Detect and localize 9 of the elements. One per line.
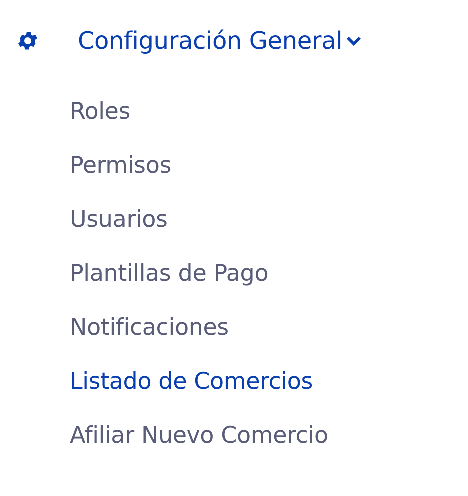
menu-item[interactable]: Notificaciones	[70, 310, 468, 346]
menu-item[interactable]: Afiliar Nuevo Comercio	[70, 418, 468, 454]
settings-icon	[16, 29, 40, 53]
menu-header[interactable]: Configuración General	[78, 27, 363, 55]
menu-item[interactable]: Plantillas de Pago	[70, 256, 468, 292]
menu-item[interactable]: Permisos	[70, 148, 468, 184]
menu-item[interactable]: Listado de Comercios	[70, 364, 468, 400]
menu-item[interactable]: Usuarios	[70, 202, 468, 238]
menu-item[interactable]: Roles	[70, 94, 468, 130]
